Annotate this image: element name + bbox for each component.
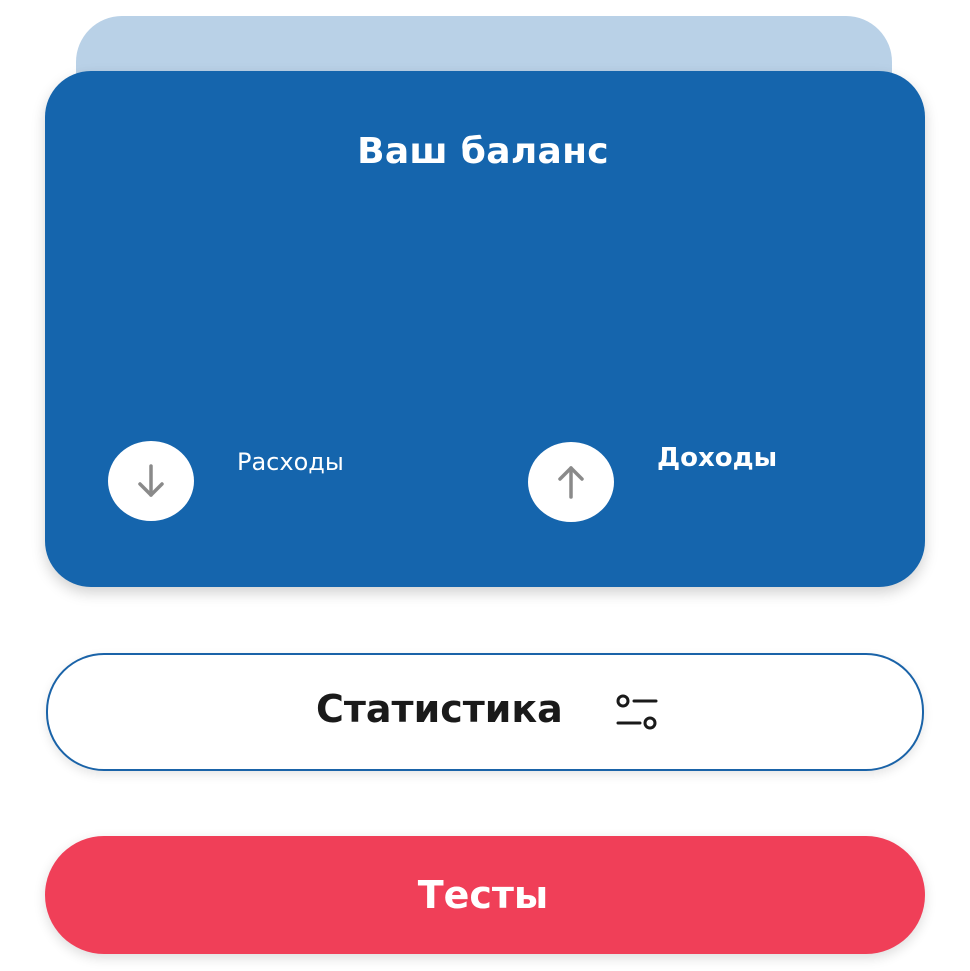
income-button[interactable] [528, 442, 614, 522]
statistics-label: Статистика [316, 687, 563, 731]
arrow-up-icon [558, 466, 584, 499]
balance-title: Ваш баланс [357, 131, 609, 172]
expense-label: Расходы [237, 448, 344, 476]
arrow-down-icon [138, 464, 164, 497]
tests-button[interactable]: Тесты [45, 836, 925, 954]
income-label: Доходы [657, 443, 778, 473]
expense-button[interactable] [108, 441, 194, 521]
balance-card: Ваш баланс Расходы Доходы [45, 71, 925, 587]
sliders-icon [616, 694, 658, 730]
tests-label: Тесты [417, 873, 549, 917]
screen: Ваш баланс Расходы Доходы Статистика Тес… [0, 0, 970, 971]
statistics-button[interactable]: Статистика [46, 653, 924, 771]
